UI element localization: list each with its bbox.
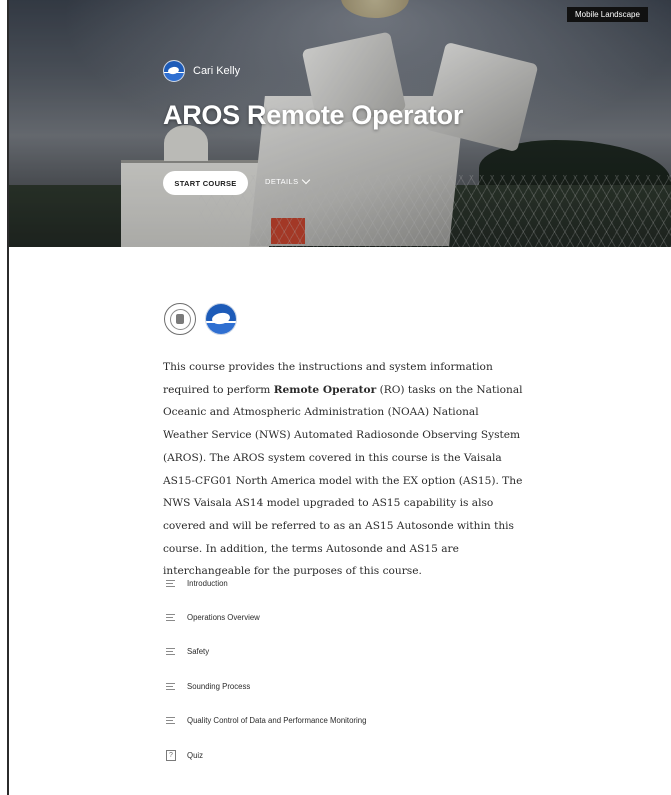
device-preview-badge: Mobile Landscape (567, 7, 648, 22)
description-text: (RO) tasks on the National Oceanic and A… (163, 383, 523, 578)
lesson-lines-icon (166, 614, 176, 622)
course-title: AROS Remote Operator (163, 100, 464, 130)
course-author: Cari Kelly (163, 60, 240, 82)
lesson-lines-icon (166, 648, 176, 656)
lesson-label: Introduction (187, 578, 228, 588)
chevron-down-icon (301, 175, 310, 185)
quiz-icon: ? (166, 749, 176, 761)
noaa-logo-icon (205, 303, 237, 335)
details-label: DETAILS (265, 177, 299, 186)
lesson-lines-icon (166, 717, 176, 725)
author-name: Cari Kelly (193, 65, 241, 77)
description-bold-term: Remote Operator (273, 383, 377, 396)
start-course-button[interactable]: START COURSE (163, 171, 248, 195)
lesson-item-sounding-process[interactable]: Sounding Process (166, 669, 526, 703)
lesson-label: Sounding Process (187, 681, 251, 691)
noaa-logo-icon (163, 60, 185, 82)
lesson-list: Introduction Operations Overview Safety … (166, 566, 526, 772)
department-of-commerce-seal-icon (164, 303, 196, 335)
lesson-lines-icon (166, 579, 176, 587)
lesson-label: Operations Overview (187, 613, 260, 623)
lesson-label: Quality Control of Data and Performance … (187, 716, 367, 726)
lesson-lines-icon (166, 682, 176, 690)
lesson-item-quiz[interactable]: ? Quiz (166, 738, 526, 772)
lesson-item-safety[interactable]: Safety (166, 635, 526, 669)
lesson-item-quality-control[interactable]: Quality Control of Data and Performance … (166, 704, 526, 738)
lesson-item-introduction[interactable]: Introduction (166, 566, 526, 600)
lesson-label: Safety (187, 647, 210, 657)
lesson-label: Quiz (187, 750, 204, 760)
sponsor-logos (164, 303, 237, 335)
course-description: This course provides the instructions an… (163, 356, 523, 583)
details-toggle[interactable]: DETAILS (265, 175, 310, 186)
lesson-item-operations-overview[interactable]: Operations Overview (166, 600, 526, 634)
